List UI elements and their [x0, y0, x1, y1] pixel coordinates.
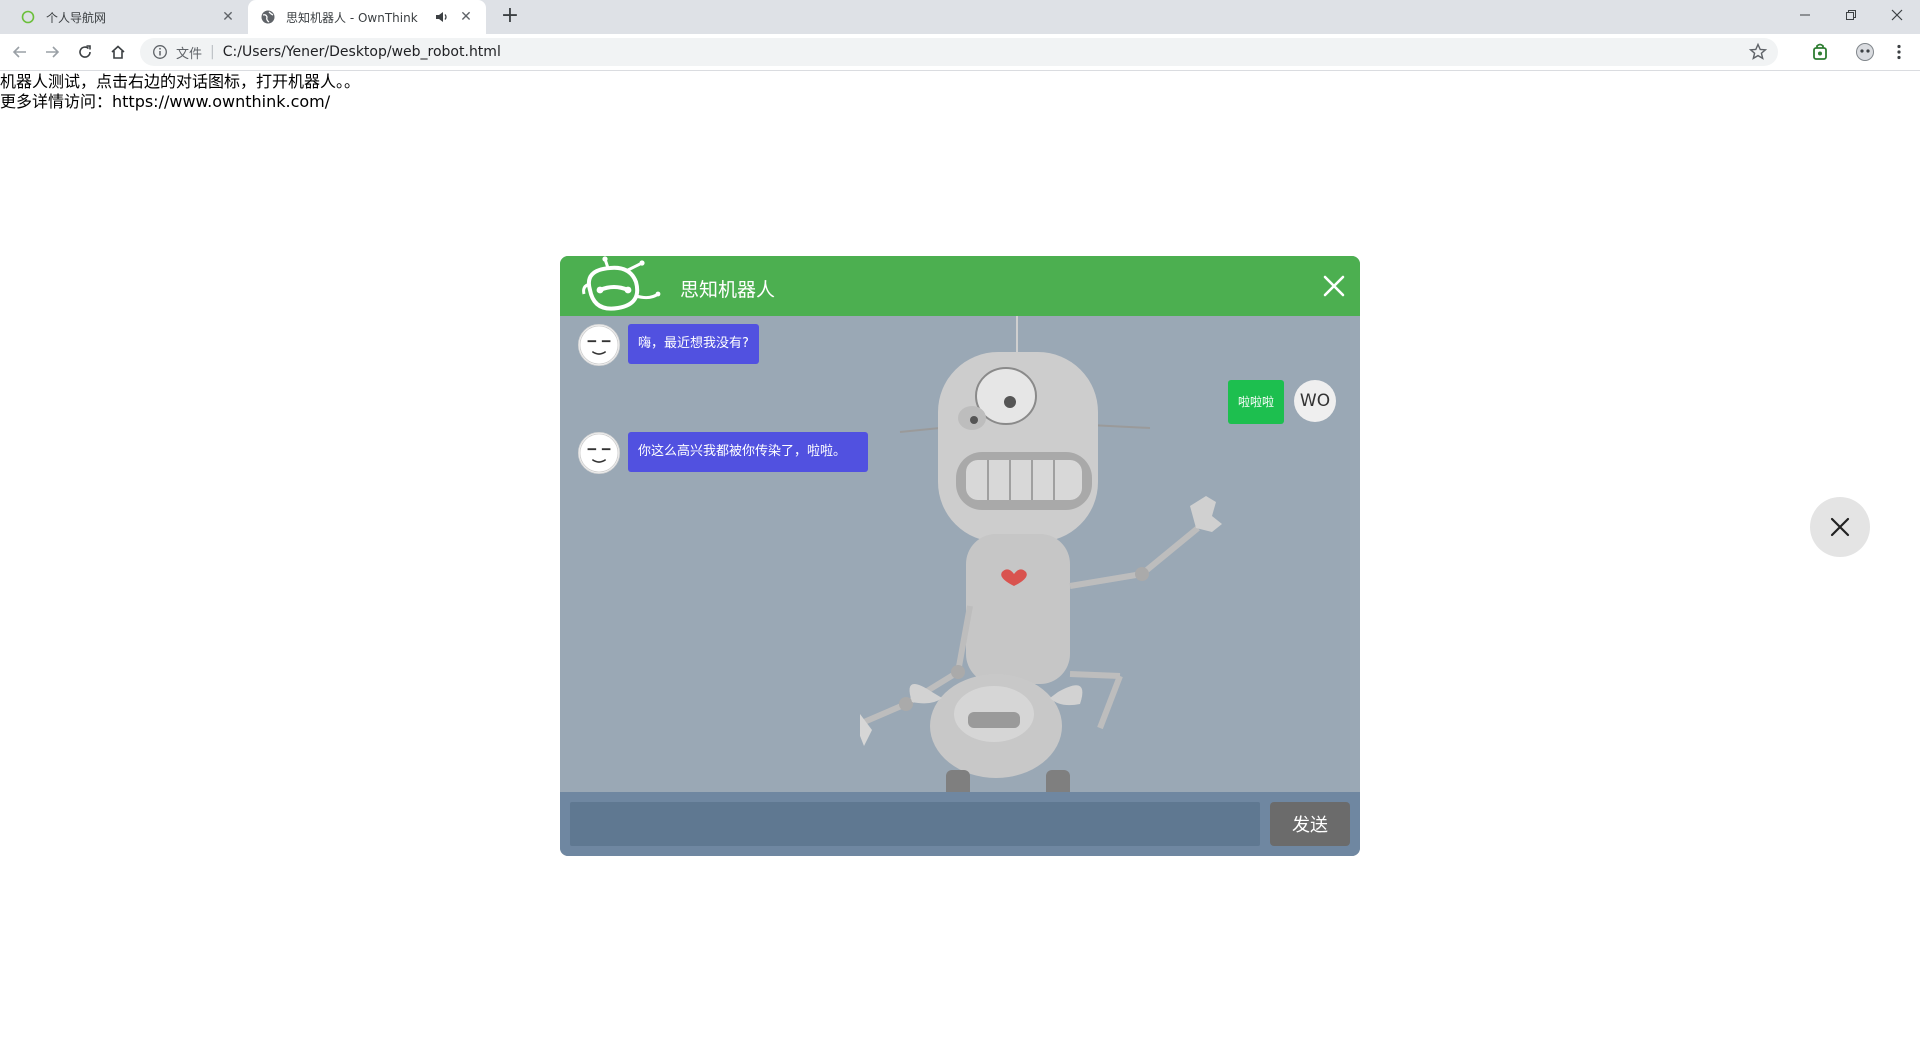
restore-icon [1846, 10, 1856, 20]
chat-footer: 发送 [560, 792, 1360, 856]
star-icon[interactable] [1748, 42, 1768, 62]
minimize-icon [1800, 14, 1810, 16]
address-bar[interactable]: 文件 | C:/Users/Yener/Desktop/web_robot.ht… [140, 38, 1778, 66]
chat-messages[interactable]: 嗨，最近想我没有? 啦啦啦 WO 你这么高兴我都被你传染了，啦啦。 [560, 316, 1360, 792]
bot-message: 你这么高兴我都被你传染了，啦啦。 [578, 432, 868, 474]
home-button[interactable] [106, 40, 130, 64]
extension-icon[interactable] [1810, 42, 1830, 62]
bot-message-bubble: 你这么高兴我都被你传染了，啦啦。 [628, 432, 868, 472]
bot-message: 嗨，最近想我没有? [578, 324, 759, 366]
tab-close-icon[interactable]: ✕ [220, 9, 236, 25]
browser-toolbar: 文件 | C:/Users/Yener/Desktop/web_robot.ht… [0, 34, 1920, 71]
message-input[interactable] [570, 802, 1260, 846]
profile-icon[interactable] [1855, 42, 1875, 62]
circle-favicon-icon [21, 10, 35, 24]
forward-button[interactable] [40, 40, 64, 64]
tab-title: 个人导航网 [46, 10, 107, 25]
user-message: 啦啦啦 WO [1228, 380, 1337, 424]
minimize-button[interactable] [1782, 0, 1828, 30]
new-tab-button[interactable]: + [498, 5, 522, 29]
close-icon [1891, 9, 1903, 21]
floating-close-button[interactable] [1810, 497, 1870, 557]
scheme-label: 文件 [176, 46, 203, 62]
home-icon [111, 45, 125, 59]
send-button[interactable]: 发送 [1270, 802, 1350, 846]
tab-ownthink[interactable]: 思知机器人 - OwnThink ✕ [248, 0, 486, 34]
window-close-button[interactable] [1874, 0, 1920, 30]
url-text[interactable]: C:/Users/Yener/Desktop/web_robot.html [223, 44, 1748, 60]
menu-dots-icon[interactable] [1889, 42, 1909, 62]
intro-text: 机器人测试，点击右边的对话图标，打开机器人。。 更多详情访问：https://w… [0, 72, 360, 112]
reload-button[interactable] [73, 40, 97, 64]
speaker-icon[interactable] [434, 9, 450, 25]
restore-button[interactable] [1828, 0, 1874, 30]
back-arrow-icon [12, 46, 26, 58]
reload-icon [79, 45, 91, 58]
intro-line-2: 更多详情访问：https://www.ownthink.com/ [0, 92, 331, 111]
intro-line-1: 机器人测试，点击右边的对话图标，打开机器人。。 [0, 72, 361, 91]
tab-strip: 个人导航网 ✕ 思知机器人 - OwnThink ✕ + [0, 0, 1920, 34]
bot-avatar-icon [578, 432, 620, 474]
divider: | [210, 44, 215, 60]
bot-avatar-icon [578, 324, 620, 366]
bot-message-bubble: 嗨，最近想我没有? [628, 324, 759, 364]
tab-close-icon[interactable]: ✕ [458, 9, 474, 25]
globe-favicon-icon [261, 10, 275, 24]
robot-logo-icon [582, 256, 661, 311]
chat-title: 思知机器人 [680, 280, 776, 301]
chat-window: 思知机器人 嗨，最近想我没有? 啦啦啦 WO 你这么高兴我都被你传染了，啦啦。 … [560, 256, 1360, 856]
info-icon[interactable] [152, 44, 168, 60]
chat-close-icon[interactable] [1322, 274, 1346, 298]
user-avatar: WO [1294, 380, 1337, 422]
forward-arrow-icon [46, 46, 60, 58]
back-button[interactable] [8, 40, 32, 64]
tab-personal-nav[interactable]: 个人导航网 ✕ [8, 0, 248, 34]
close-icon [1830, 517, 1850, 537]
user-message-bubble: 啦啦啦 [1228, 380, 1285, 424]
tab-title: 思知机器人 - OwnThink [286, 10, 418, 25]
chat-header: 思知机器人 [560, 256, 1360, 316]
